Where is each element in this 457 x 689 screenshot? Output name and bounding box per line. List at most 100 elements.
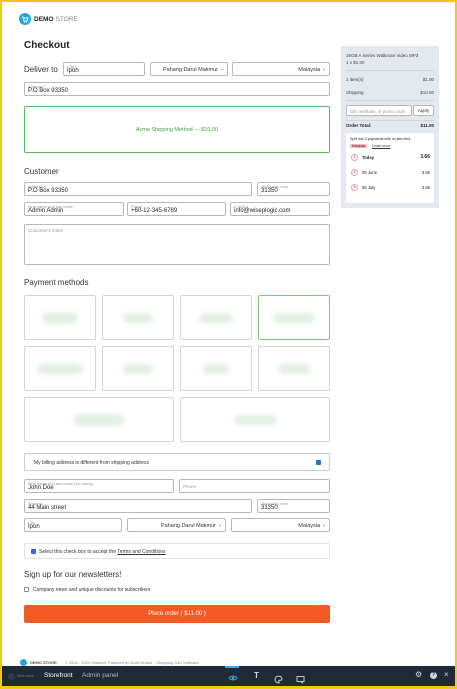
- customer-name-field[interactable]: First name and last name Admin Admin: [24, 202, 124, 216]
- address-field-value: P.O Box 93350: [28, 88, 68, 94]
- summary-product-qty: 1 x $1.00: [346, 60, 365, 65]
- terms-link[interactable]: Terms and Conditions: [117, 549, 165, 555]
- customer-notes-textarea[interactable]: Customer's notes: [24, 224, 330, 265]
- customer-email-field[interactable]: E-mail * info@wiseplogic.com: [230, 202, 330, 216]
- layout-edit-icon[interactable]: [296, 671, 305, 686]
- summary-items-label: 1 item(s): [346, 77, 364, 82]
- billing-country-value: Malaysia: [298, 523, 320, 529]
- payment-method-option[interactable]: [180, 346, 252, 391]
- place-order-label: Place order ( $11.00 ): [148, 611, 206, 617]
- state-select-value: Pahang Darul Makmur: [162, 67, 218, 73]
- billing-phone-field[interactable]: Phone: [179, 479, 330, 493]
- toolbar-logo-icon: [8, 673, 15, 680]
- payment-logo-icon: [278, 363, 310, 374]
- customer-section-title: Customer: [24, 167, 59, 176]
- installment-date: 05 June: [362, 170, 377, 175]
- billing-different-checkbox[interactable]: [316, 460, 321, 465]
- chevron-down-icon: ⌄: [321, 66, 326, 72]
- terms-checkbox[interactable]: [31, 549, 36, 554]
- preview-tab-indicator: [225, 666, 239, 668]
- payment-logo-icon: [199, 312, 233, 323]
- footer-copyright: © 2004 - 2024 Simtech. Powered by Multi-…: [64, 659, 199, 665]
- help-icon[interactable]: ?: [430, 672, 437, 679]
- billing-name-value: John Doe: [28, 485, 54, 491]
- admin-panel-tab[interactable]: Admin panel: [82, 672, 118, 679]
- place-order-button[interactable]: Place order ( $11.00 ): [24, 605, 330, 623]
- address-field[interactable]: Address * P.O Box 93350: [24, 82, 330, 96]
- page-title: Checkout: [24, 40, 70, 51]
- footer-logo-icon: [20, 658, 27, 666]
- customer-phone-field[interactable]: Phone +60-12-345-6789: [127, 202, 226, 216]
- customer-zip-value: 31350: [261, 188, 278, 194]
- billing-address-value: 44 Main street: [28, 505, 67, 511]
- installment-row: 2 05 June 3.66: [350, 168, 430, 178]
- payment-method-option[interactable]: [24, 397, 174, 442]
- customer-email-value: info@wiseplogic.com: [234, 208, 291, 214]
- chevron-down-icon: ⌄: [217, 522, 222, 528]
- city-field-value: Ipoh: [67, 68, 79, 74]
- summary-product-name[interactable]: 16GB A Series Walkman Video MP3: [346, 53, 418, 58]
- payment-method-option[interactable]: [180, 397, 330, 442]
- text-icon[interactable]: T: [254, 671, 259, 680]
- payment-method-option-selected[interactable]: [258, 295, 330, 340]
- billing-zip-field[interactable]: Zip/postal code 31350: [257, 499, 330, 513]
- shipping-method-option[interactable]: Acme Shipping Method — $10.00: [24, 106, 330, 153]
- installments-widget: Split into 3 payments with no late fees …: [346, 133, 434, 203]
- billing-country-select[interactable]: Malaysia ⌄: [231, 518, 330, 532]
- chevron-down-icon: ⌄: [219, 66, 224, 72]
- billing-city-field[interactable]: City Ipoh: [24, 518, 122, 532]
- billing-zip-value: 31350: [261, 505, 278, 511]
- billing-state-select[interactable]: Pahang Darul Makmur ⌄: [127, 518, 226, 532]
- terms-prefix: Select this check box to accept the: [39, 549, 118, 555]
- customer-zip-field[interactable]: Zip/postal code 31350: [257, 182, 330, 196]
- installment-date: 05 July: [362, 185, 376, 190]
- payment-logo-icon: [234, 414, 276, 425]
- shipping-method-label: Acme Shipping Method — $10.00: [135, 126, 219, 133]
- installment-amount: 3.66: [420, 154, 430, 160]
- state-select[interactable]: Pahang Darul Makmur ⌄: [150, 62, 228, 76]
- country-select-value: Malaysia: [298, 67, 320, 73]
- storefront-tab[interactable]: Storefront: [44, 672, 73, 679]
- customer-address-value: P.O Box 93350: [28, 188, 68, 194]
- customer-address-field[interactable]: Address * P.O Box 93350: [24, 182, 252, 196]
- newsletter-title: Sign up for our newsletters!: [24, 570, 122, 579]
- payment-method-option[interactable]: [24, 346, 96, 391]
- order-total-label: Order Total:: [346, 123, 372, 128]
- eye-icon[interactable]: [228, 670, 238, 686]
- installments-learn-link[interactable]: Learn more: [372, 144, 390, 148]
- installment-number: 2: [351, 169, 358, 176]
- theme-icon[interactable]: [274, 671, 283, 686]
- billing-name-field[interactable]: First name and last name (for billing) J…: [24, 479, 174, 493]
- summary-shipping-label: Shipping: [346, 90, 364, 95]
- payment-logo-icon: [123, 312, 153, 323]
- payment-logo-icon: [42, 312, 78, 323]
- payment-section-title: Payment methods: [24, 278, 89, 287]
- billing-different-label: My billing address is different from shi…: [34, 460, 149, 466]
- footer: DEMO STORE © 2004 - 2024 Simtech. Powere…: [20, 658, 199, 666]
- gift-code-input[interactable]: Gift certificate, or promo code: [346, 105, 412, 116]
- payment-method-option[interactable]: [102, 295, 174, 340]
- payment-method-option[interactable]: [24, 295, 96, 340]
- billing-different-option[interactable]: My billing address is different from shi…: [24, 453, 330, 471]
- payment-method-option[interactable]: [102, 346, 174, 391]
- installment-amount: 3.66: [421, 170, 430, 175]
- country-select[interactable]: Malaysia ⌄: [232, 62, 330, 76]
- customer-phone-value: +60-12-345-6789: [131, 208, 178, 214]
- payment-method-option[interactable]: [258, 346, 330, 391]
- payment-logo-icon: [203, 363, 229, 374]
- installment-date: Today: [362, 155, 375, 160]
- order-total-value: $11.00: [420, 123, 434, 128]
- newsletter-option-label: Company news and unique discounts for su…: [33, 587, 151, 593]
- gear-icon[interactable]: ⚙: [415, 670, 422, 679]
- newsletter-checkbox[interactable]: [24, 587, 29, 592]
- payment-method-option[interactable]: [180, 295, 252, 340]
- installment-number: 3: [351, 184, 358, 191]
- store-name-suffix: STORE: [55, 15, 78, 23]
- billing-address-field[interactable]: Address 44 Main street: [24, 499, 252, 513]
- store-logo[interactable]: DEMO STORE: [19, 13, 78, 25]
- page-frame: DEMO STORE Checkout Deliver to City * Ip…: [0, 0, 457, 689]
- summary-items-value: $1.00: [422, 77, 434, 82]
- apply-button[interactable]: Apply: [413, 105, 434, 116]
- city-field[interactable]: City * Ipoh: [63, 62, 145, 76]
- close-icon[interactable]: ×: [444, 670, 449, 679]
